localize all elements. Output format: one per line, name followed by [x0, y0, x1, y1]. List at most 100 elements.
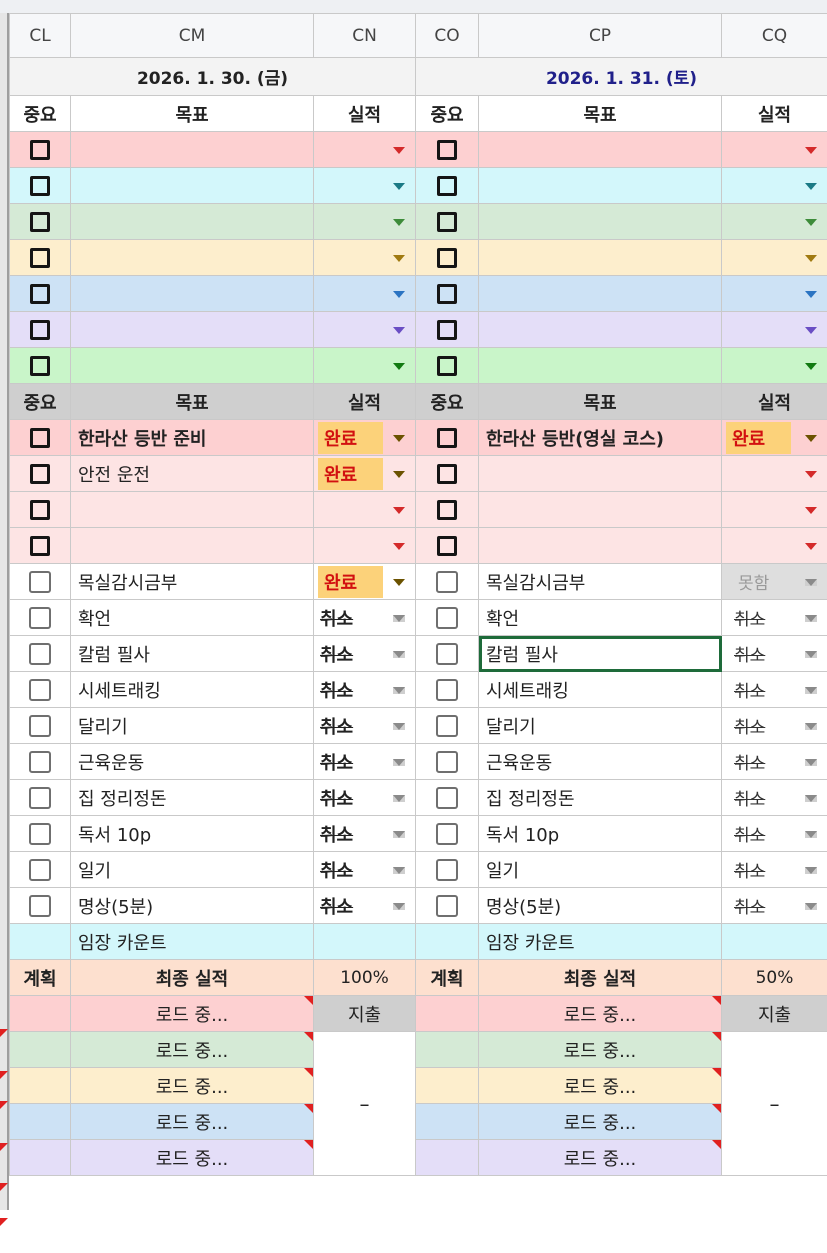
checkbox-cell[interactable] [9, 347, 71, 384]
checkbox-cell[interactable] [415, 779, 479, 816]
checkbox-cell[interactable] [9, 563, 71, 600]
plan-cell[interactable] [415, 1031, 479, 1068]
checkbox-cell[interactable] [9, 419, 71, 456]
dropdown-arrow-icon[interactable] [393, 758, 405, 766]
dropdown-arrow-icon[interactable] [393, 182, 405, 190]
checkbox-cell[interactable] [415, 419, 479, 456]
checkbox[interactable] [437, 355, 457, 376]
goal-cell[interactable] [70, 203, 314, 240]
checkbox-cell[interactable] [415, 671, 479, 708]
checkbox[interactable] [29, 570, 51, 593]
dropdown-arrow-icon[interactable] [393, 542, 405, 550]
checkbox[interactable] [436, 858, 458, 881]
header-result[interactable]: 실적 [313, 95, 416, 132]
header-importance[interactable]: 중요 [9, 383, 71, 420]
result-dropdown[interactable]: 완료 [313, 563, 416, 600]
goal-cell[interactable] [478, 167, 722, 204]
checkbox[interactable] [437, 427, 457, 448]
dropdown-arrow-icon[interactable] [393, 326, 405, 334]
checkbox[interactable] [30, 355, 50, 376]
checkbox-cell[interactable] [415, 851, 479, 888]
dropdown-arrow-icon[interactable] [393, 146, 405, 154]
plan-cell[interactable] [415, 1103, 479, 1140]
goal-cell[interactable] [478, 275, 722, 312]
checkbox[interactable] [29, 750, 51, 773]
plan-cell[interactable] [415, 1139, 479, 1176]
result-dropdown[interactable] [721, 167, 827, 204]
result-dropdown[interactable]: 취소 [721, 815, 827, 852]
header-importance[interactable]: 중요 [415, 95, 479, 132]
dropdown-arrow-icon[interactable] [393, 254, 405, 262]
result-dropdown[interactable] [721, 203, 827, 240]
result-dropdown[interactable] [721, 455, 827, 492]
goal-cell[interactable]: 목실감시금부 [70, 563, 314, 600]
dropdown-arrow-icon[interactable] [805, 686, 817, 694]
checkbox[interactable] [29, 642, 51, 665]
result-dropdown[interactable] [721, 131, 827, 168]
dropdown-arrow-icon[interactable] [805, 182, 817, 190]
count-label[interactable]: 임장 카운트 [478, 923, 722, 960]
goal-cell[interactable]: 근육운동 [70, 743, 314, 780]
goal-cell[interactable]: 일기 [70, 851, 314, 888]
checkbox[interactable] [29, 606, 51, 629]
plan-label[interactable]: 계획 [415, 959, 479, 996]
result-dropdown[interactable] [721, 311, 827, 348]
plan-cell[interactable] [9, 1103, 71, 1140]
result-dropdown[interactable] [313, 131, 416, 168]
result-dropdown[interactable] [313, 239, 416, 276]
checkbox[interactable] [437, 535, 457, 556]
count-cell[interactable] [9, 923, 71, 960]
checkbox[interactable] [30, 283, 50, 304]
dropdown-arrow-icon[interactable] [805, 614, 817, 622]
goal-cell[interactable] [70, 275, 314, 312]
goal-cell[interactable] [70, 167, 314, 204]
dropdown-arrow-icon[interactable] [805, 650, 817, 658]
checkbox-cell[interactable] [415, 167, 479, 204]
goal-cell[interactable]: 한라산 등반 준비 [70, 419, 314, 456]
checkbox-cell[interactable] [9, 131, 71, 168]
checkbox[interactable] [30, 319, 50, 340]
dropdown-arrow-icon[interactable] [805, 722, 817, 730]
result-dropdown[interactable]: 취소 [313, 815, 416, 852]
checkbox-cell[interactable] [415, 887, 479, 924]
goal-cell[interactable]: 달리기 [70, 707, 314, 744]
plan-cell[interactable] [415, 1067, 479, 1104]
dropdown-arrow-icon[interactable] [805, 902, 817, 910]
result-dropdown[interactable]: 취소 [721, 743, 827, 780]
expense-label[interactable]: 지출 [313, 995, 416, 1032]
checkbox[interactable] [30, 139, 50, 160]
goal-cell[interactable]: 명상(5분) [478, 887, 722, 924]
checkbox[interactable] [437, 139, 457, 160]
final-result-percent[interactable]: 50% [721, 959, 827, 996]
col-header-cp[interactable]: CP [478, 13, 722, 58]
dropdown-arrow-icon[interactable] [393, 218, 405, 226]
loading-cell[interactable]: 로드 중... [70, 1103, 314, 1140]
result-dropdown[interactable] [721, 239, 827, 276]
header-importance[interactable]: 중요 [9, 95, 71, 132]
checkbox-cell[interactable] [415, 131, 479, 168]
goal-cell[interactable]: 확언 [70, 599, 314, 636]
header-result[interactable]: 실적 [313, 383, 416, 420]
dropdown-arrow-icon[interactable] [805, 434, 817, 442]
checkbox-cell[interactable] [415, 455, 479, 492]
checkbox[interactable] [436, 822, 458, 845]
dropdown-arrow-icon[interactable] [393, 686, 405, 694]
header-result[interactable]: 실적 [721, 95, 827, 132]
goal-cell[interactable]: 일기 [478, 851, 722, 888]
dropdown-arrow-icon[interactable] [393, 578, 405, 586]
result-dropdown[interactable]: 취소 [721, 851, 827, 888]
dropdown-arrow-icon[interactable] [393, 290, 405, 298]
loading-cell[interactable]: 로드 중... [478, 995, 722, 1032]
checkbox[interactable] [30, 427, 50, 448]
loading-cell[interactable]: 로드 중... [478, 1139, 722, 1176]
goal-cell[interactable] [70, 527, 314, 564]
checkbox[interactable] [436, 786, 458, 809]
goal-cell[interactable] [478, 455, 722, 492]
result-dropdown[interactable]: 취소 [721, 707, 827, 744]
checkbox-cell[interactable] [415, 239, 479, 276]
date-sat[interactable]: 2026. 1. 31. (토) [415, 57, 827, 96]
result-dropdown[interactable] [313, 527, 416, 564]
plan-label[interactable]: 계획 [9, 959, 71, 996]
checkbox-cell[interactable] [415, 203, 479, 240]
goal-cell[interactable]: 집 정리정돈 [478, 779, 722, 816]
